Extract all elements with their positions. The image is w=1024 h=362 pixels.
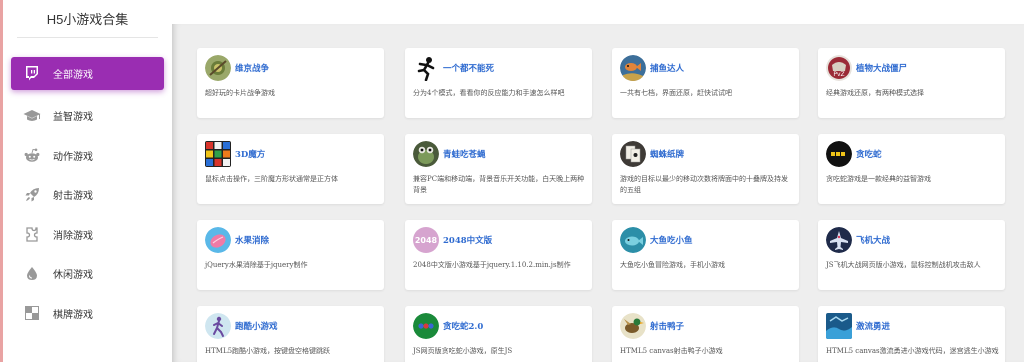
game-title: 水果消除 <box>235 236 270 246</box>
game-card-fishing[interactable]: 捕鱼达人 一共有七档，界面还原，赶快试试吧 <box>612 48 799 118</box>
sidebar-item-match-games[interactable]: 消除游戏 <box>3 215 172 255</box>
game-desc: 大鱼吃小鱼冒险游戏，手机小游戏 <box>620 261 725 269</box>
game-desc: 分为4个模式，看看你的反应能力和手速怎么样吧 <box>413 89 565 97</box>
game-card-viking-war[interactable]: 维京战争 超好玩的卡片战争游戏 <box>197 48 384 118</box>
game-card-snake[interactable]: 贪吃蛇 贪吃蛇游戏是一款经典的益智游戏 <box>818 134 1005 204</box>
reddit-icon <box>22 145 42 165</box>
game-card-rapids[interactable]: 激流勇进 HTML5 canvas激流勇进小游戏代码，迷宫逃生小游戏 <box>818 306 1005 362</box>
game-title: 飞机大战 <box>856 236 891 246</box>
2048-thumb: 2048 <box>413 227 439 253</box>
parkour-thumb <box>205 313 231 339</box>
sidebar-item-casual-games[interactable]: 休闲游戏 <box>3 254 172 294</box>
game-title: 青蛙吃苍蝇 <box>443 150 486 160</box>
sidebar-item-board-games[interactable]: 棋牌游戏 <box>3 294 172 334</box>
fruit-thumb <box>205 227 231 253</box>
game-desc: 游戏的目标以最少的移动次数将牌面中的十叠牌及持发的五组 <box>620 175 788 194</box>
sidebar-item-label: 消除游戏 <box>53 230 93 242</box>
game-title: 激流勇进 <box>856 322 891 332</box>
game-desc: 一共有七档，界面还原，赶快试试吧 <box>620 89 732 97</box>
sidebar-item-label: 动作游戏 <box>53 151 93 163</box>
viking-war-thumb <box>205 55 231 81</box>
game-card-fruit-match[interactable]: 水果消除 jQuery水果消除基于jquery制作 <box>197 220 384 290</box>
game-desc: JS网页版贪吃蛇小游戏，原生JS <box>413 347 513 355</box>
game-grid: 维京战争 超好玩的卡片战争游戏 一个都不能死 分为4个模式，看看你的反应能力和手… <box>172 24 1024 362</box>
sidebar-item-label: 棋牌游戏 <box>53 309 93 321</box>
game-card-snake-2[interactable]: 贪吃蛇2.0 JS网页版贪吃蛇小游戏，原生JS <box>405 306 592 362</box>
plane-war-thumb <box>826 227 852 253</box>
running-man-thumb <box>413 55 439 81</box>
sidebar-item-label: 休闲游戏 <box>53 270 93 282</box>
game-desc: JS飞机大战网页版小游戏，鼠标控制战机攻击敌人 <box>826 261 981 269</box>
game-title: 贪吃蛇 <box>856 150 882 160</box>
rapids-thumb <box>826 313 852 339</box>
game-card-none-can-die[interactable]: 一个都不能死 分为4个模式，看看你的反应能力和手速怎么样吧 <box>405 48 592 118</box>
game-title: 贪吃蛇2.0 <box>443 322 484 332</box>
game-desc: 2048中文版小游戏基于jquery.1.10.2.min.js制作 <box>413 261 571 269</box>
game-card-plane-war[interactable]: 飞机大战 JS飞机大战网页版小游戏，鼠标控制战机攻击敌人 <box>818 220 1005 290</box>
game-card-frog-fly[interactable]: 青蛙吃苍蝇 兼容PC端和移动端，背景音乐开关功能，白天晚上两种背景 <box>405 134 592 204</box>
rubiks-cube-thumb <box>205 141 231 167</box>
spider-solitaire-thumb <box>620 141 646 167</box>
game-desc: 兼容PC端和移动端，背景音乐开关功能，白天晚上两种背景 <box>413 175 585 194</box>
sidebar-item-label: 射击游戏 <box>53 191 93 203</box>
big-fish-thumb <box>620 227 646 253</box>
game-card-pvz[interactable]: PvZ 植物大战僵尸 经典游戏还原，有两种模式选择 <box>818 48 1005 118</box>
game-title: 捕鱼达人 <box>650 64 685 74</box>
game-title: 大鱼吃小鱼 <box>650 236 693 246</box>
game-card-2048[interactable]: 2048 2048中文版 2048中文版小游戏基于jquery.1.10.2.m… <box>405 220 592 290</box>
checkerboard-icon <box>22 303 42 323</box>
fishing-thumb <box>620 55 646 81</box>
rocket-icon <box>22 185 42 205</box>
game-desc: 鼠标点击操作，三阶魔方形状通常是正方体 <box>205 175 338 183</box>
game-title: 维京战争 <box>235 64 270 74</box>
sidebar-item-puzzle-games[interactable]: 益智游戏 <box>3 96 172 136</box>
2048-thumb-text: 2048 <box>414 235 438 245</box>
game-card-duck-hunt[interactable]: 射击鸭子 HTML5 canvas射击鸭子小游戏 <box>612 306 799 362</box>
game-title: 一个都不能死 <box>443 64 495 74</box>
game-card-big-fish[interactable]: 大鱼吃小鱼 大鱼吃小鱼冒险游戏，手机小游戏 <box>612 220 799 290</box>
game-desc: HTML5 canvas射击鸭子小游戏 <box>620 347 723 355</box>
game-desc: HTML5跑酷小游戏，按键盘空格键跳跃 <box>205 347 331 355</box>
game-desc: 贪吃蛇游戏是一款经典的益智游戏 <box>826 175 931 183</box>
graduation-cap-icon <box>22 106 42 126</box>
sidebar: H5小游戏合集 全部游戏 益智游戏 动作游戏 射击游戏 消除游戏 休闲游戏 棋牌… <box>0 0 172 362</box>
sidebar-item-shooting-games[interactable]: 射击游戏 <box>3 175 172 215</box>
puzzle-icon <box>22 224 42 244</box>
duck-hunt-thumb <box>620 313 646 339</box>
game-desc: HTML5 canvas激流勇进小游戏代码，迷宫逃生小游戏 <box>826 347 999 355</box>
sidebar-item-all-games[interactable]: 全部游戏 <box>11 57 164 90</box>
game-title: 植物大战僵尸 <box>856 64 908 74</box>
game-card-spider-solitaire[interactable]: 蜘蛛纸牌 游戏的目标以最少的移动次数将牌面中的十叠牌及持发的五组 <box>612 134 799 204</box>
snake2-thumb <box>413 313 439 339</box>
game-title: 2048中文版 <box>443 236 493 246</box>
game-title: 3D魔方 <box>235 150 266 160</box>
pvz-thumb: PvZ <box>826 55 852 81</box>
game-card-3d-cube[interactable]: 3D魔方 鼠标点击操作，三阶魔方形状通常是正方体 <box>197 134 384 204</box>
snake-thumb <box>826 141 852 167</box>
game-desc: 经典游戏还原，有两种模式选择 <box>826 89 924 97</box>
top-bar <box>172 0 1024 24</box>
drop-icon <box>22 264 42 284</box>
game-title: 蜘蛛纸牌 <box>650 150 685 160</box>
category-nav: 全部游戏 益智游戏 动作游戏 射击游戏 消除游戏 休闲游戏 棋牌游戏 <box>3 57 172 333</box>
game-title: 射击鸭子 <box>650 322 685 332</box>
sidebar-item-label: 全部游戏 <box>53 70 93 81</box>
svg-text:PvZ: PvZ <box>833 71 844 78</box>
twitch-icon <box>22 64 42 84</box>
app-title: H5小游戏合集 <box>17 0 158 38</box>
sidebar-item-action-games[interactable]: 动作游戏 <box>3 136 172 176</box>
sidebar-item-label: 益智游戏 <box>53 112 93 124</box>
frog-thumb <box>413 141 439 167</box>
game-card-parkour[interactable]: 跑酷小游戏 HTML5跑酷小游戏，按键盘空格键跳跃 <box>197 306 384 362</box>
game-desc: 超好玩的卡片战争游戏 <box>205 89 275 97</box>
game-title: 跑酷小游戏 <box>235 322 278 332</box>
game-desc: jQuery水果消除基于jquery制作 <box>205 261 308 269</box>
